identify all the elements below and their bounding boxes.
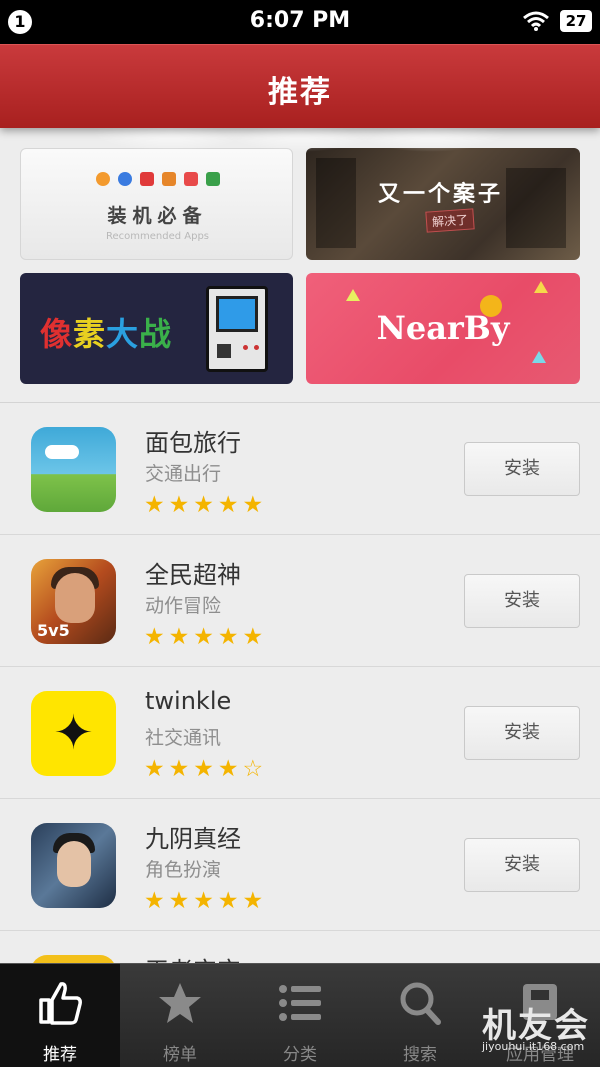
wifi-icon xyxy=(523,11,549,31)
app-name: twinkle xyxy=(145,687,232,715)
header-light-decoration xyxy=(350,128,510,152)
tab-recommend[interactable]: 推荐 xyxy=(0,964,120,1067)
app-category: 社交通讯 xyxy=(145,727,222,749)
list-icon xyxy=(279,985,321,1021)
list-item[interactable]: 九阴真经 角色扮演 ★★★★★ 安装 xyxy=(0,799,600,931)
banner-subtitle: Recommended Apps xyxy=(105,231,209,242)
paper-plane-icon xyxy=(534,281,548,293)
battery-indicator: 27 xyxy=(560,10,592,32)
status-time: 6:07 PM xyxy=(249,8,351,33)
app-category: 交通出行 xyxy=(145,463,222,485)
banner-title: 装机必备 xyxy=(107,205,208,227)
list-item[interactable]: ✦ twinkle 社交通讯 ★★★★☆ 安装 xyxy=(0,667,600,799)
rating-stars: ★★★★★ xyxy=(144,492,268,518)
app-icon-game: 5v5 xyxy=(31,559,116,644)
mini-app-icons xyxy=(21,171,292,190)
banner-title: 像素大战 xyxy=(40,315,173,353)
app-category: 角色扮演 xyxy=(145,859,222,881)
rating-stars: ★★★★☆ xyxy=(144,756,268,782)
paper-plane-icon xyxy=(532,351,546,363)
app-icon-travel xyxy=(31,427,116,512)
banner-nearby[interactable]: NearBy xyxy=(306,273,580,384)
watermark: 机友会 jiyouhui.it168.com xyxy=(460,998,600,1067)
page-title: 推荐 xyxy=(268,75,332,110)
tab-label: 榜单 xyxy=(163,1045,197,1065)
app-name: 全民超神 xyxy=(145,561,241,589)
install-button[interactable]: 安装 xyxy=(464,706,580,760)
star-icon xyxy=(159,983,201,1023)
banner-title: 又一个案子 xyxy=(378,182,504,207)
banner-pixel-war[interactable]: 像素大战 xyxy=(20,273,293,384)
tab-label: 推荐 xyxy=(43,1045,77,1065)
thumbs-up-icon xyxy=(39,982,82,1025)
list-item[interactable]: 面包旅行 交通出行 ★★★★★ 安装 xyxy=(0,403,600,535)
app-name: 面包旅行 xyxy=(145,429,241,457)
list-item[interactable]: 5v5 全民超神 动作冒险 ★★★★★ 安装 xyxy=(0,535,600,667)
gameboy-icon xyxy=(206,286,268,372)
install-button[interactable]: 安装 xyxy=(464,838,580,892)
app-icon-twinkle: ✦ xyxy=(31,691,116,776)
app-icon-jiuyin xyxy=(31,823,116,908)
watermark-url: jiyouhui.it168.com xyxy=(482,1040,585,1053)
tab-label: 分类 xyxy=(283,1045,317,1065)
search-icon xyxy=(400,982,441,1025)
banner-stamp: 解决了 xyxy=(425,208,475,233)
tab-category[interactable]: 分类 xyxy=(240,964,360,1067)
status-bar: 1 6:07 PM 27 xyxy=(0,0,600,44)
install-button[interactable]: 安装 xyxy=(464,442,580,496)
rating-stars: ★★★★★ xyxy=(144,888,268,914)
app-name: 九阴真经 xyxy=(145,825,241,853)
rating-stars: ★★★★★ xyxy=(144,624,268,650)
banner-title: NearBy xyxy=(376,309,510,347)
tab-ranking[interactable]: 榜单 xyxy=(120,964,240,1067)
app-category: 动作冒险 xyxy=(145,595,222,617)
banner-mystery-game[interactable]: 又一个案子 解决了 xyxy=(306,148,580,260)
banner-recommended-apps[interactable]: 装机必备 Recommended Apps xyxy=(20,148,293,260)
paper-plane-icon xyxy=(346,289,360,301)
header-bar: 推荐 xyxy=(0,44,600,128)
install-button[interactable]: 安装 xyxy=(464,574,580,628)
